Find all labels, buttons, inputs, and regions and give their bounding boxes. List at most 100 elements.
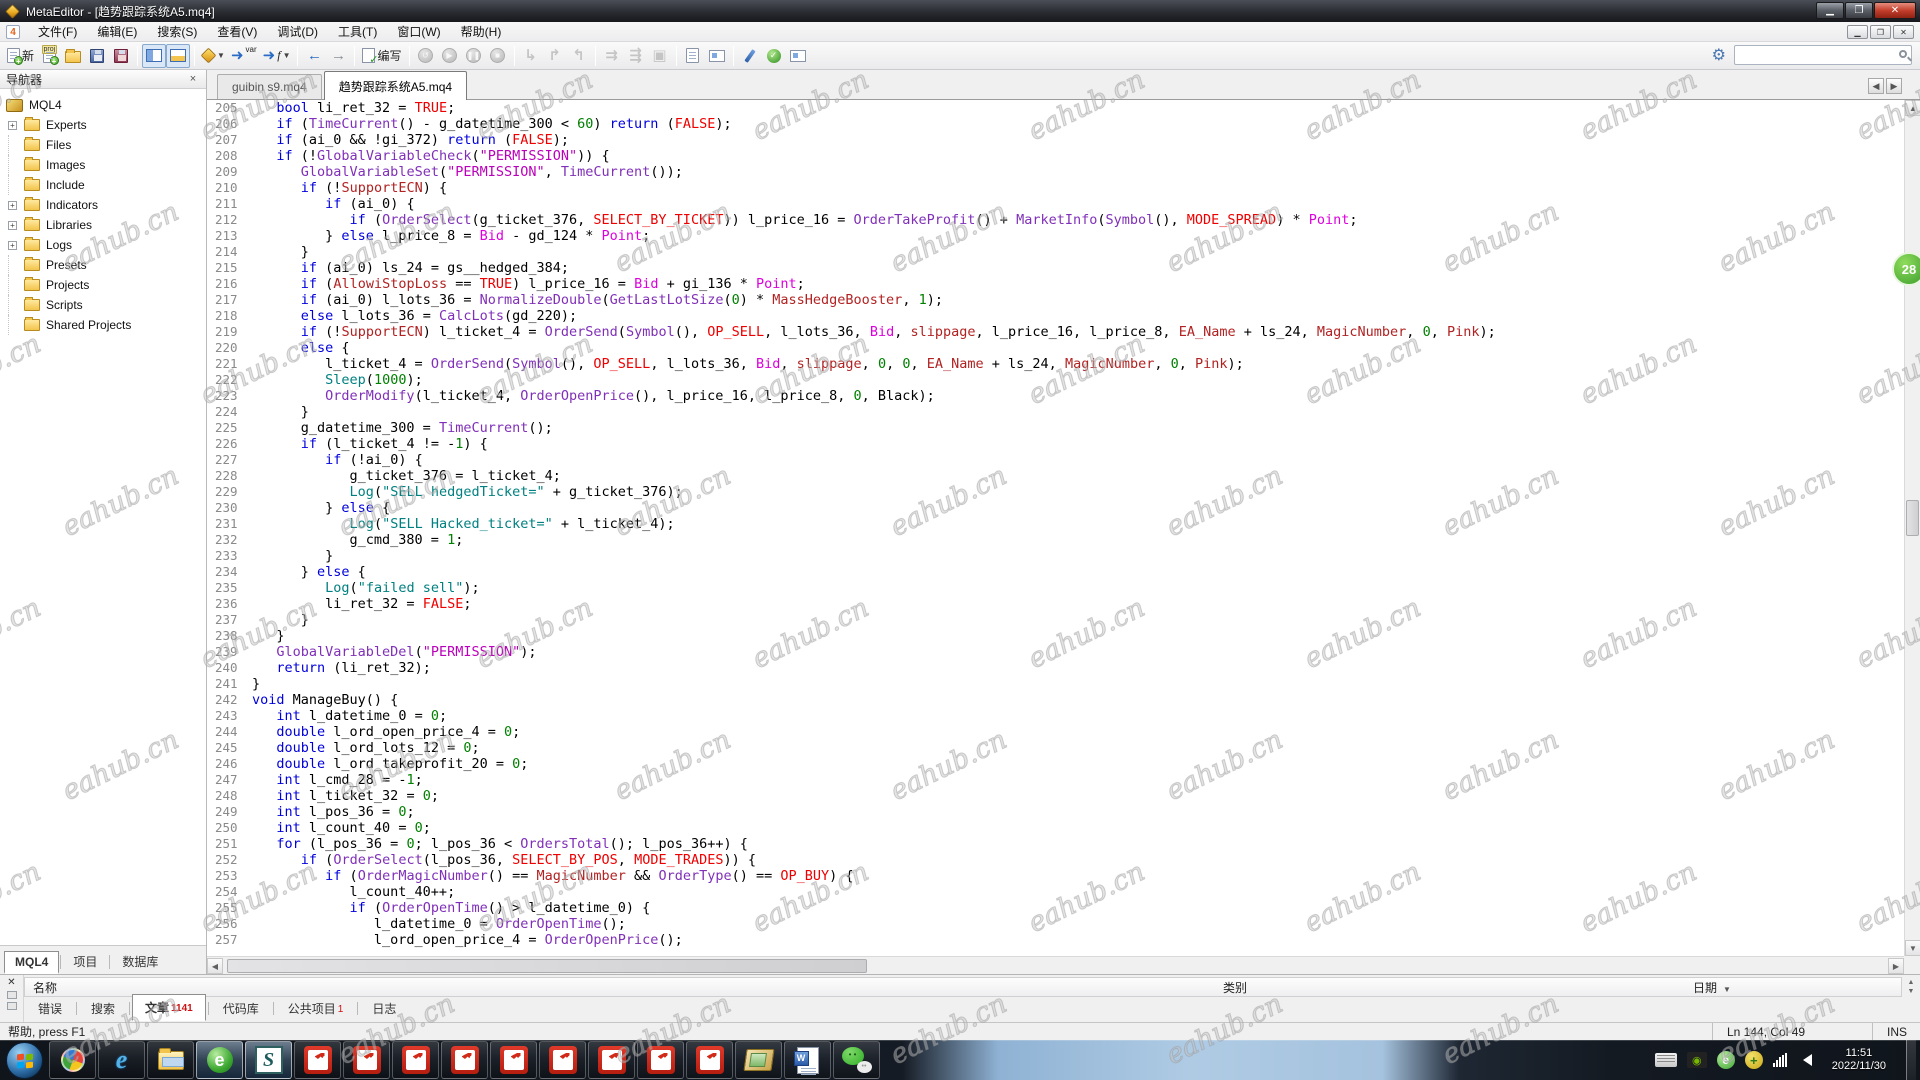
taskbar-app-explorer[interactable] [147,1041,194,1079]
speaker-icon[interactable] [1797,1054,1812,1066]
code-editor[interactable]: 205 bool li_ret_32 = TRUE;206 if (TimeCu… [207,100,1904,956]
save-button[interactable] [85,44,109,68]
menu-item-0[interactable]: 文件(F) [28,21,87,42]
save-as-button[interactable] [109,44,133,68]
column-name[interactable]: 名称 [25,979,1215,996]
show-desktop-button[interactable] [1906,1040,1916,1080]
mdi-restore-button[interactable]: ❐ [1870,25,1891,39]
goto-declaration-button[interactable]: ➜var [228,44,260,68]
editor-tab-1[interactable]: 趋势跟踪系统A5.mq4 [324,71,467,100]
mq4-document-icon[interactable]: 4 [6,25,20,39]
continue-button[interactable]: ⇶ [624,44,648,68]
column-date[interactable]: 日期▼ [1685,979,1739,996]
compile-button[interactable]: 编写 [359,44,404,68]
plus-tray-icon[interactable]: + [1745,1051,1763,1069]
network-signal-icon[interactable] [1773,1053,1787,1067]
column-category[interactable]: 类别 [1215,979,1685,996]
taskbar-app-red-2[interactable] [343,1041,390,1079]
step-out-button[interactable]: ↰ [567,44,591,68]
highlight-button[interactable] [738,44,762,68]
taskbar-app-wechat[interactable] [833,1041,880,1079]
taskbar-app-word[interactable] [784,1041,831,1079]
expand-plus-icon[interactable]: + [8,201,17,210]
mdi-minimize-button[interactable]: ▁ [1847,25,1868,39]
toolbox-spinner[interactable]: ▲▼ [1904,977,1918,997]
tab-scroll-right-icon[interactable]: ▶ [1886,78,1902,94]
browser-tray-icon[interactable]: e [1717,1051,1735,1069]
maximize-button[interactable]: ❐ [1845,2,1873,19]
toggle-navigator-button[interactable] [142,44,166,68]
toolbox-tab-5[interactable]: 日志 [360,996,408,1021]
taskbar-app-360browser[interactable]: e [196,1041,243,1079]
taskbar-app-pinwheel[interactable] [49,1041,96,1079]
tree-item-presets[interactable]: Presets [0,255,206,275]
step-into-button[interactable]: ↳ [519,44,543,68]
taskbar-app-red-3[interactable] [392,1041,439,1079]
menu-item-6[interactable]: 窗口(W) [387,21,450,42]
new-file-button[interactable]: + 新 [4,44,37,68]
mql-wizard-button[interactable]: ▼ [199,44,228,68]
taskbar-app-red-7[interactable] [588,1041,635,1079]
expand-plus-icon[interactable]: + [8,241,17,250]
debug-restart-button[interactable]: ↺ [414,44,438,68]
tree-item-include[interactable]: Include [0,175,206,195]
menu-item-4[interactable]: 调试(D) [267,21,328,42]
break-button[interactable]: ▣ [648,44,672,68]
new-project-button[interactable]: proj+ [37,44,61,68]
editor-tab-0[interactable]: guibin s9.mq4 [217,74,322,99]
settings-gear-icon[interactable]: ⚙ [1712,45,1726,65]
hscroll-thumb[interactable] [227,959,867,973]
debug-start-button[interactable]: ▶ [438,44,462,68]
taskbar-app-metaeditor[interactable]: S [245,1041,292,1079]
scroll-right-icon[interactable]: ▶ [1888,958,1904,974]
toolbox-tab-4[interactable]: 公共项目1 [276,996,356,1021]
nvidia-tray-icon[interactable]: ◉ [1687,1052,1707,1068]
tree-item-logs[interactable]: +Logs [0,235,206,255]
horizontal-scrollbar[interactable]: ◀ ▶ [207,956,1904,974]
toolbox-tab-2[interactable]: 文章1141 [132,994,206,1021]
taskbar-clock[interactable]: 11:51 2022/11/30 [1822,1047,1896,1073]
start-button[interactable] [6,1042,43,1079]
scroll-left-icon[interactable]: ◀ [207,958,223,974]
tree-item-libraries[interactable]: +Libraries [0,215,206,235]
tree-root-mql4[interactable]: MQL4 [0,95,206,115]
toolbox-close-icon[interactable]: ✕ [7,977,15,988]
menu-item-3[interactable]: 查看(V) [207,21,267,42]
taskbar-app-red-9[interactable] [686,1041,733,1079]
taskbar-app-red-1[interactable] [294,1041,341,1079]
taskbar-app-red-5[interactable] [490,1041,537,1079]
mqid-button[interactable] [786,44,810,68]
toolbox-tab-3[interactable]: 代码库 [211,996,271,1021]
tab-scroll-left-icon[interactable]: ◀ [1868,78,1884,94]
taskbar-app-red-8[interactable] [637,1041,684,1079]
vertical-scrollbar[interactable]: ▲ ▼ [1904,100,1920,956]
debug-pause-button[interactable]: ❚❚ [462,44,486,68]
run-to-cursor-button[interactable]: ⇉ [600,44,624,68]
expand-plus-icon[interactable]: + [8,121,17,130]
tree-item-projects[interactable]: Projects [0,275,206,295]
taskbar-app-red-4[interactable] [441,1041,488,1079]
taskbar-app-book[interactable] [735,1041,782,1079]
tree-item-scripts[interactable]: Scripts [0,295,206,315]
navigator-close-icon[interactable]: × [186,73,200,85]
toolbox-pin-icon[interactable] [7,1002,17,1010]
menu-item-5[interactable]: 工具(T) [328,21,387,42]
scroll-up-icon[interactable]: ▲ [1905,100,1920,116]
tree-item-files[interactable]: Files [0,135,206,155]
toolbox-tab-0[interactable]: 错误 [26,996,74,1021]
navigator-tab-2[interactable]: 数据库 [111,949,169,974]
expand-plus-icon[interactable]: + [8,221,17,230]
syntax-check-button[interactable]: ✓ [762,44,786,68]
navigate-back-button[interactable]: ← [302,44,326,68]
navigate-forward-button[interactable]: → [326,44,350,68]
copy-list-button[interactable] [681,44,705,68]
tree-item-shared-projects[interactable]: Shared Projects [0,315,206,335]
menu-item-7[interactable]: 帮助(H) [451,21,512,42]
navigator-tab-0[interactable]: MQL4 [4,951,59,974]
taskbar-app-red-6[interactable] [539,1041,586,1079]
debug-stop-button[interactable]: ■ [486,44,510,68]
floating-badge[interactable]: 28 [1892,252,1920,286]
snippets-button[interactable] [705,44,729,68]
open-file-button[interactable] [61,44,85,68]
tree-item-images[interactable]: Images [0,155,206,175]
